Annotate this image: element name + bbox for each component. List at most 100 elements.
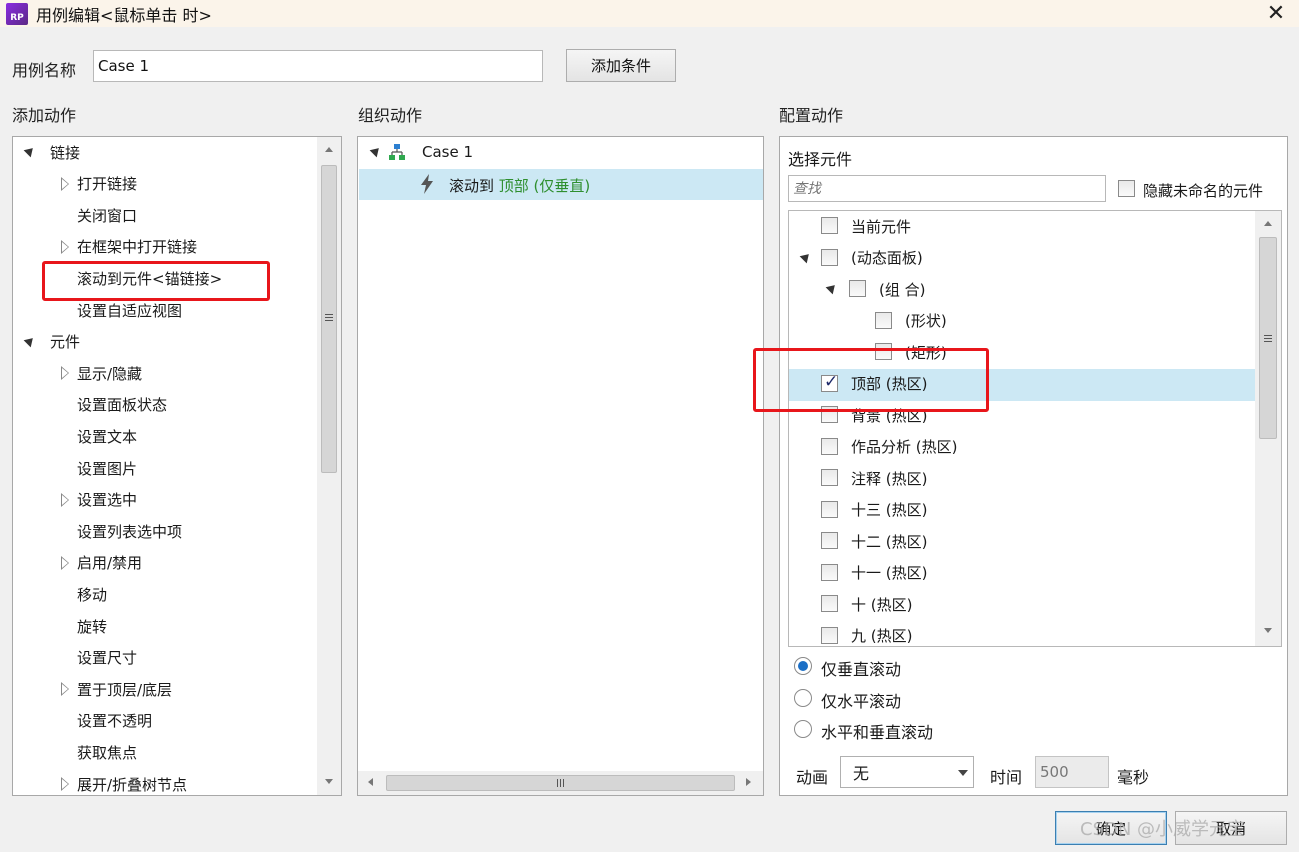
add-condition-button[interactable]: 添加条件 bbox=[566, 49, 676, 82]
scroll-left-icon[interactable] bbox=[368, 778, 373, 786]
tree-action-item[interactable]: 设置图片 bbox=[13, 455, 313, 481]
tree-action-item[interactable]: 设置选中 bbox=[13, 487, 313, 513]
scroll-option-label: 仅垂直滚动 bbox=[821, 660, 902, 679]
animation-select[interactable]: 无 bbox=[840, 756, 974, 788]
widget-row[interactable]: (形状) bbox=[789, 308, 1249, 334]
widget-checkbox[interactable] bbox=[875, 311, 892, 329]
tree-action-item[interactable]: 获取焦点 bbox=[13, 739, 313, 765]
widget-row[interactable]: 十 (热区) bbox=[789, 591, 1249, 617]
tree-action-item[interactable]: 置于顶层/底层 bbox=[13, 676, 313, 702]
scroll-option-label: 仅水平滚动 bbox=[821, 691, 902, 711]
widget-checkbox[interactable] bbox=[821, 563, 838, 581]
tree-item-label: 链接 bbox=[50, 143, 81, 162]
horizontal-scrollbar[interactable] bbox=[358, 771, 763, 795]
collapsed-triangle-icon[interactable] bbox=[61, 239, 69, 254]
collapsed-triangle-icon[interactable] bbox=[61, 492, 69, 507]
tree-category[interactable]: 元件 bbox=[13, 329, 313, 355]
widget-checkbox[interactable] bbox=[821, 626, 838, 644]
scroll-option-radio[interactable] bbox=[794, 720, 812, 738]
widget-row[interactable]: ✓ 顶部 (热区) bbox=[789, 371, 1249, 397]
widget-checkbox[interactable] bbox=[821, 406, 838, 423]
case-tree-icon bbox=[389, 144, 405, 160]
scroll-up-icon[interactable] bbox=[325, 147, 333, 152]
widget-checkbox[interactable] bbox=[821, 469, 838, 486]
widget-checkbox[interactable] bbox=[875, 343, 892, 360]
tree-item-label: 显示/隐藏 bbox=[77, 364, 143, 383]
scroll-right-icon[interactable] bbox=[746, 778, 751, 786]
tree-item-label: 设置自适应视图 bbox=[77, 301, 183, 320]
tree-action-item[interactable]: 设置自适应视图 bbox=[13, 297, 313, 323]
widget-row[interactable]: 十三 (热区) bbox=[789, 497, 1249, 523]
widget-checkbox[interactable] bbox=[849, 280, 866, 297]
check-icon: ✓ bbox=[824, 371, 839, 392]
tree-action-item[interactable]: 旋转 bbox=[13, 613, 313, 639]
widget-list-scrollbar[interactable] bbox=[1255, 211, 1281, 646]
widget-row[interactable]: (组 合) bbox=[789, 276, 1249, 302]
widget-row[interactable]: 当前元件 bbox=[789, 213, 1249, 239]
tree-action-item[interactable]: 展开/折叠树节点 bbox=[13, 771, 313, 795]
tree-action-item[interactable]: 在框架中打开链接 bbox=[13, 234, 313, 260]
tree-action-item[interactable]: 设置不透明 bbox=[13, 708, 313, 734]
tree-action-item[interactable]: 滚动到元件<锚链接> bbox=[13, 265, 313, 291]
widget-checkbox[interactable] bbox=[821, 217, 838, 234]
widget-row[interactable]: 九 (热区) bbox=[789, 623, 1249, 647]
collapsed-triangle-icon[interactable] bbox=[61, 555, 69, 570]
scroll-option-radio[interactable] bbox=[794, 657, 812, 675]
search-input[interactable] bbox=[788, 175, 1106, 202]
case-name-input[interactable] bbox=[93, 50, 543, 82]
tree-item-label: 设置尺寸 bbox=[77, 649, 138, 668]
widget-checkbox[interactable] bbox=[821, 437, 838, 455]
widget-row[interactable]: 注释 (热区) bbox=[789, 465, 1249, 491]
widget-label: 十二 (热区) bbox=[851, 532, 928, 551]
vertical-scrollbar[interactable] bbox=[317, 137, 341, 795]
expanded-triangle-icon[interactable] bbox=[369, 144, 383, 158]
widget-checkbox[interactable] bbox=[821, 532, 838, 549]
case-name-label: 用例名称 bbox=[12, 61, 77, 80]
tree-action-item[interactable]: 设置文本 bbox=[13, 423, 313, 449]
collapsed-triangle-icon[interactable] bbox=[61, 777, 69, 791]
expanded-triangle-icon[interactable] bbox=[23, 334, 37, 347]
tree-action-item[interactable]: 设置列表选中项 bbox=[13, 518, 313, 544]
widget-row[interactable]: 作品分析 (热区) bbox=[789, 434, 1249, 460]
scroll-thumb[interactable] bbox=[321, 165, 337, 473]
collapsed-triangle-icon[interactable] bbox=[61, 366, 69, 381]
widget-row[interactable]: (动态面板) bbox=[789, 245, 1249, 271]
tree-action-item[interactable]: 移动 bbox=[13, 581, 313, 607]
tree-action-item[interactable]: 关闭窗口 bbox=[13, 202, 313, 228]
expanded-triangle-icon[interactable] bbox=[799, 250, 813, 263]
collapsed-triangle-icon[interactable] bbox=[61, 176, 69, 191]
scroll-down-icon[interactable] bbox=[325, 779, 333, 784]
widget-label: (组 合) bbox=[879, 280, 926, 299]
scroll-down-icon[interactable] bbox=[1264, 628, 1272, 633]
widget-row[interactable]: (矩形) bbox=[789, 339, 1249, 365]
widget-checkbox[interactable] bbox=[821, 500, 838, 518]
h-scroll-thumb[interactable] bbox=[386, 775, 735, 791]
tree-action-item[interactable]: 设置尺寸 bbox=[13, 645, 313, 671]
widget-row[interactable]: 十二 (热区) bbox=[789, 528, 1249, 554]
tree-category[interactable]: 链接 bbox=[13, 139, 313, 165]
expanded-triangle-icon[interactable] bbox=[825, 281, 839, 295]
tree-action-item[interactable]: 打开链接 bbox=[13, 171, 313, 197]
widget-label: 注释 (热区) bbox=[851, 469, 928, 488]
scroll-option-radio[interactable] bbox=[794, 688, 812, 707]
tree-item-label: 移动 bbox=[77, 585, 108, 604]
widget-row[interactable]: 背景 (热区) bbox=[789, 402, 1249, 428]
hide-unnamed-checkbox[interactable] bbox=[1118, 180, 1135, 197]
collapsed-triangle-icon[interactable] bbox=[61, 682, 69, 697]
tree-action-item[interactable]: 显示/隐藏 bbox=[13, 360, 313, 386]
tree-action-item[interactable]: 设置面板状态 bbox=[13, 392, 313, 418]
widget-checkbox[interactable] bbox=[821, 595, 838, 612]
case-row[interactable]: Case 1 bbox=[358, 139, 763, 165]
widget-checkbox[interactable]: ✓ bbox=[821, 371, 839, 392]
tree-action-item[interactable]: 启用/禁用 bbox=[13, 550, 313, 576]
widget-label: 十 (热区) bbox=[851, 595, 913, 614]
add-actions-panel: 链接打开链接关闭窗口在框架中打开链接 滚动到元件<锚链接> 设置自适应视图元件显示/… bbox=[12, 136, 342, 796]
close-icon[interactable]: ✕ bbox=[1259, 0, 1293, 27]
time-input[interactable] bbox=[1035, 756, 1109, 788]
widget-label: 作品分析 (热区) bbox=[851, 438, 958, 456]
scroll-thumb[interactable] bbox=[1259, 237, 1277, 439]
widget-row[interactable]: 十一 (热区) bbox=[789, 560, 1249, 586]
expanded-triangle-icon[interactable] bbox=[23, 144, 37, 158]
widget-checkbox[interactable] bbox=[821, 248, 838, 266]
scroll-up-icon[interactable] bbox=[1264, 221, 1272, 226]
